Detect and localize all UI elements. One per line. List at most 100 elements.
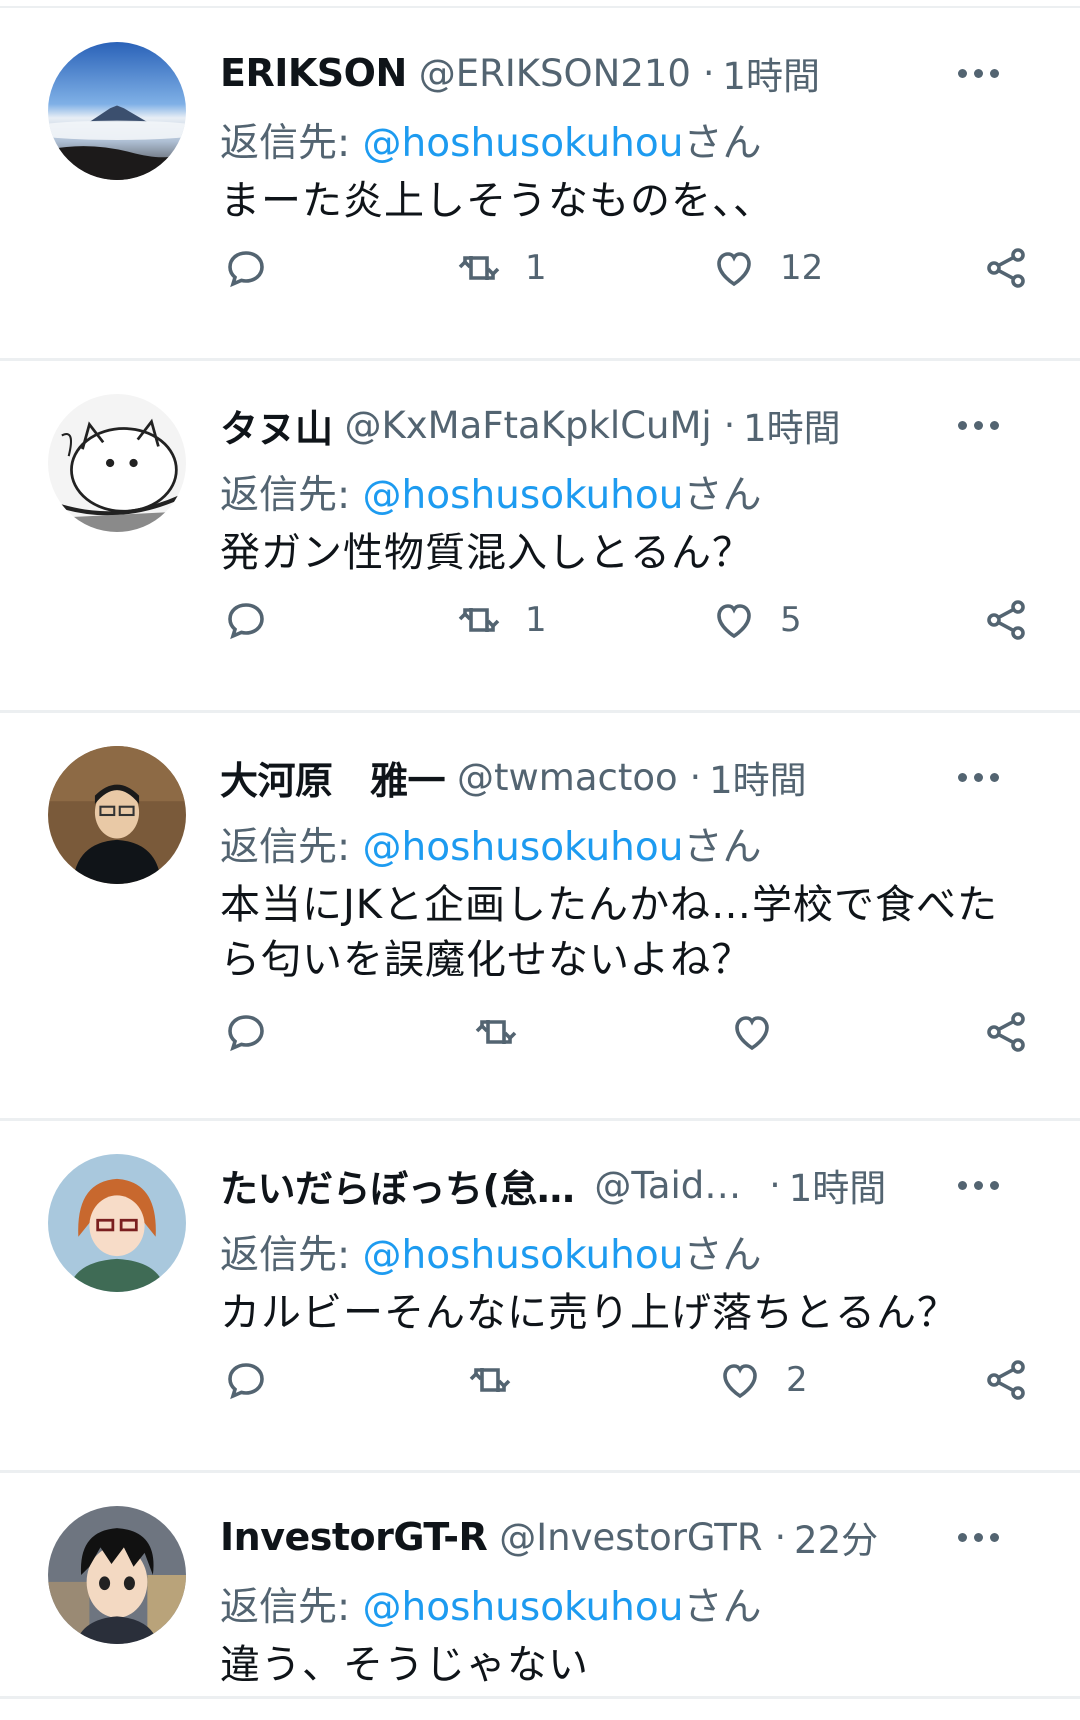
- like-button[interactable]: 12: [710, 238, 823, 298]
- share-icon: [987, 600, 1025, 640]
- reply-suffix: さん: [683, 1233, 762, 1278]
- heart-icon: [717, 252, 751, 287]
- reply-prefix: 返信先:: [220, 825, 363, 870]
- avatar[interactable]: [48, 42, 186, 180]
- reply-context: 返信先: @hoshusokuhouさん: [220, 816, 761, 872]
- tweet-divider: [0, 358, 1080, 361]
- reply-button[interactable]: [222, 590, 270, 650]
- share-button[interactable]: [982, 1002, 1030, 1062]
- user-handle[interactable]: @twmactoo: [457, 756, 678, 799]
- action-bar: 1 12: [0, 238, 1080, 298]
- reply-icon: [228, 603, 264, 640]
- reply-button[interactable]: [222, 1002, 270, 1062]
- separator-dot: ·: [702, 52, 715, 94]
- retweet-button[interactable]: [472, 1002, 542, 1062]
- reply-mention[interactable]: @hoshusokuhou: [363, 121, 684, 166]
- retweet-icon: [469, 1368, 511, 1392]
- avatar[interactable]: [48, 1506, 186, 1644]
- retweet-icon: [458, 256, 500, 280]
- more-options-icon[interactable]: [948, 50, 1008, 96]
- user-handle[interactable]: @ERIKSON210: [419, 52, 691, 95]
- separator-dot: ·: [723, 404, 736, 446]
- retweet-button[interactable]: 1: [455, 238, 547, 298]
- reply-suffix: さん: [683, 121, 762, 166]
- tweet-header: InvestorGT-R @InvestorGTR · 22分: [220, 1504, 930, 1570]
- separator-dot: ·: [769, 1164, 781, 1206]
- reply-icon: [228, 1015, 264, 1052]
- like-count: 5: [780, 600, 802, 640]
- avatar[interactable]: [48, 1154, 186, 1292]
- timestamp[interactable]: 1時間: [789, 1158, 887, 1212]
- separator-dot: ·: [689, 756, 702, 798]
- retweet-icon: [458, 608, 500, 632]
- action-bar: 1 5: [0, 590, 1080, 650]
- display-name[interactable]: InvestorGT-R: [220, 1515, 488, 1559]
- reply-icon: [228, 251, 264, 288]
- display-name[interactable]: たいだらぼっち(怠…: [220, 1158, 575, 1213]
- reply-context: 返信先: @hoshusokuhouさん: [220, 464, 761, 520]
- more-options-icon[interactable]: [948, 1514, 1008, 1560]
- reply-prefix: 返信先:: [220, 121, 363, 166]
- share-icon: [987, 248, 1025, 288]
- heart-icon: [723, 1364, 757, 1399]
- reply-suffix: さん: [683, 825, 762, 870]
- reply-button[interactable]: [222, 1350, 270, 1410]
- tweet-header: 大河原 雅一 @twmactoo · 1時間: [220, 744, 930, 810]
- reply-suffix: さん: [683, 1585, 762, 1630]
- tweet-divider: [0, 1470, 1080, 1473]
- share-button[interactable]: [982, 238, 1030, 298]
- reply-mention[interactable]: @hoshusokuhou: [363, 473, 684, 518]
- tweet-text: まーた炎上しそうなものを、、: [220, 178, 774, 224]
- timestamp[interactable]: 22分: [794, 1510, 878, 1564]
- avatar[interactable]: [48, 394, 186, 532]
- tweet-text: 発ガン性物質混入しとるん？: [220, 530, 753, 576]
- retweet-count: 1: [525, 600, 547, 640]
- tweet-header: たいだらぼっち(怠… @Taid… · 1時間: [220, 1152, 930, 1218]
- user-handle[interactable]: @KxMaFtaKpklCuMj: [345, 404, 712, 447]
- reply-mention[interactable]: @hoshusokuhou: [363, 1233, 684, 1278]
- retweet-count: 1: [525, 248, 547, 288]
- like-button[interactable]: 2: [716, 1350, 808, 1410]
- reply-context: 返信先: @hoshusokuhouさん: [220, 1224, 761, 1280]
- more-options-icon[interactable]: [948, 754, 1008, 800]
- action-bar: 2: [0, 1350, 1080, 1410]
- like-button[interactable]: [728, 1002, 798, 1062]
- reply-suffix: さん: [683, 473, 762, 518]
- reply-mention[interactable]: @hoshusokuhou: [363, 1585, 684, 1630]
- like-count: 12: [780, 248, 824, 288]
- top-divider: [0, 6, 1080, 8]
- avatar[interactable]: [48, 746, 186, 884]
- share-button[interactable]: [982, 1350, 1030, 1410]
- retweet-button[interactable]: [466, 1350, 536, 1410]
- tweet-text: カルビーそんなに売り上げ落ちとるん？: [220, 1290, 958, 1336]
- reply-context: 返信先: @hoshusokuhouさん: [220, 112, 761, 168]
- user-handle[interactable]: @Taid…: [594, 1164, 741, 1207]
- separator-dot: ·: [774, 1516, 787, 1558]
- like-button[interactable]: 5: [710, 590, 802, 650]
- tweet-divider: [0, 1118, 1080, 1121]
- reply-button[interactable]: [222, 238, 270, 298]
- display-name[interactable]: ERIKSON: [220, 51, 407, 95]
- reply-prefix: 返信先:: [220, 1233, 363, 1278]
- action-bar: [0, 1002, 1080, 1062]
- reply-prefix: 返信先:: [220, 1585, 363, 1630]
- tweet-header: タヌ山 @KxMaFtaKpklCuMj · 1時間: [220, 392, 930, 458]
- reply-mention[interactable]: @hoshusokuhou: [363, 825, 684, 870]
- more-options-icon[interactable]: [948, 1162, 1008, 1208]
- reply-prefix: 返信先:: [220, 473, 363, 518]
- tweet-text: 本当にJKと企画したんかね…学校で食べたら匂いを誤魔化せないよね？: [220, 882, 999, 983]
- more-options-icon[interactable]: [948, 402, 1008, 448]
- retweet-button[interactable]: 1: [455, 590, 547, 650]
- reply-context: 返信先: @hoshusokuhouさん: [220, 1576, 761, 1632]
- user-handle[interactable]: @InvestorGTR: [499, 1516, 762, 1559]
- display-name[interactable]: 大河原 雅一: [220, 750, 446, 805]
- display-name[interactable]: タヌ山: [220, 398, 333, 453]
- tweet-header: ERIKSON @ERIKSON210 · 1時間: [220, 40, 930, 106]
- tweet-divider: [0, 1696, 1080, 1699]
- share-button[interactable]: [982, 590, 1030, 650]
- timestamp[interactable]: 1時間: [743, 398, 841, 452]
- timestamp[interactable]: 1時間: [709, 750, 807, 804]
- heart-icon: [735, 1016, 769, 1051]
- timestamp[interactable]: 1時間: [722, 46, 820, 100]
- share-icon: [987, 1012, 1025, 1052]
